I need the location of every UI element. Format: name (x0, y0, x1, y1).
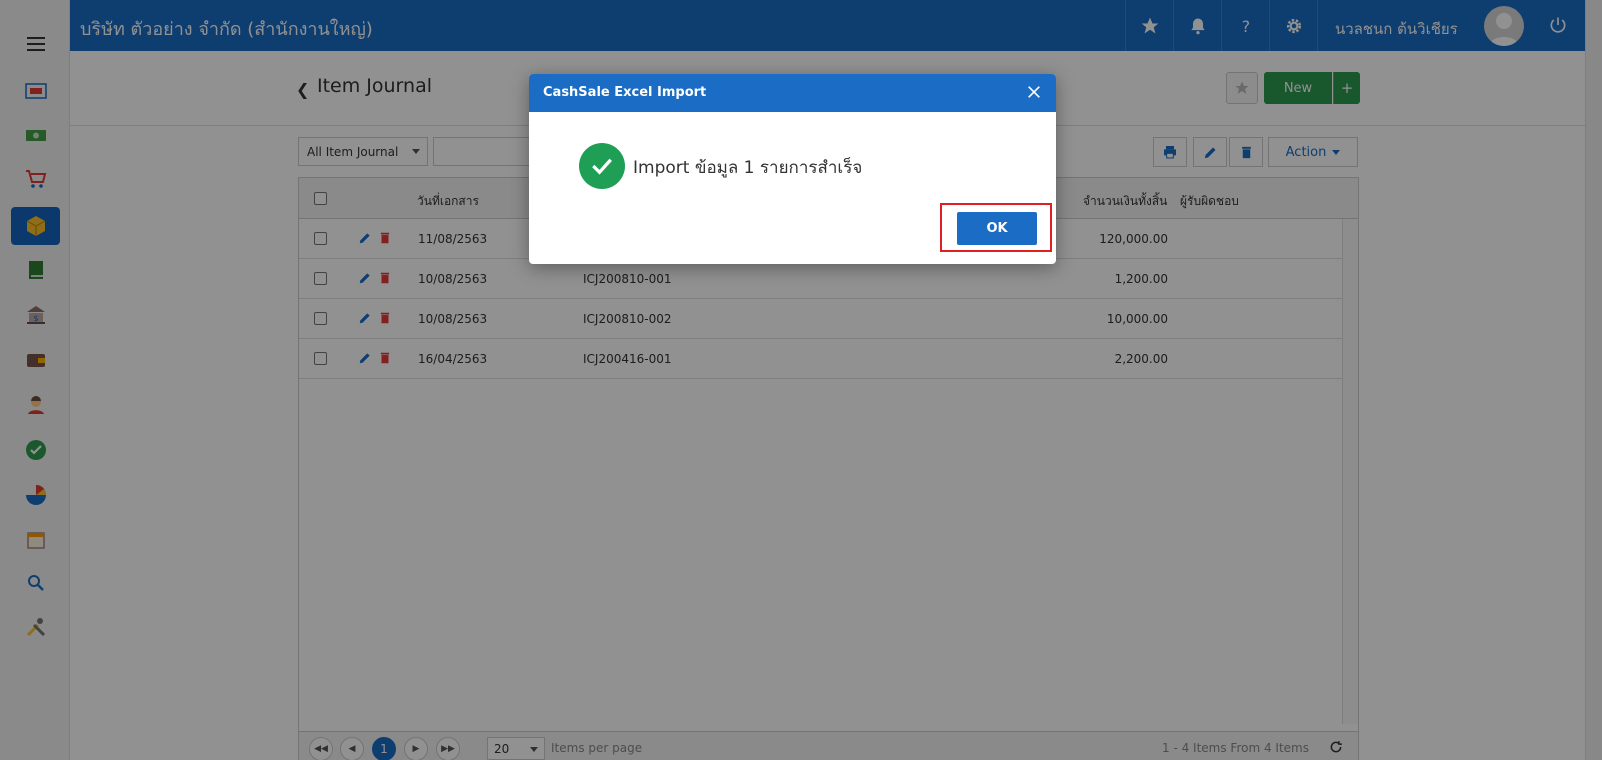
close-icon[interactable] (1026, 84, 1042, 100)
ok-button[interactable]: OK (957, 212, 1037, 245)
success-check-icon (579, 143, 625, 189)
import-result-dialog: CashSale Excel Import Import ข้อมูล 1 รา… (529, 74, 1056, 264)
dialog-header: CashSale Excel Import (529, 74, 1056, 112)
dialog-title: CashSale Excel Import (543, 85, 707, 100)
dialog-message: Import ข้อมูล 1 รายการสำเร็จ (633, 158, 863, 178)
